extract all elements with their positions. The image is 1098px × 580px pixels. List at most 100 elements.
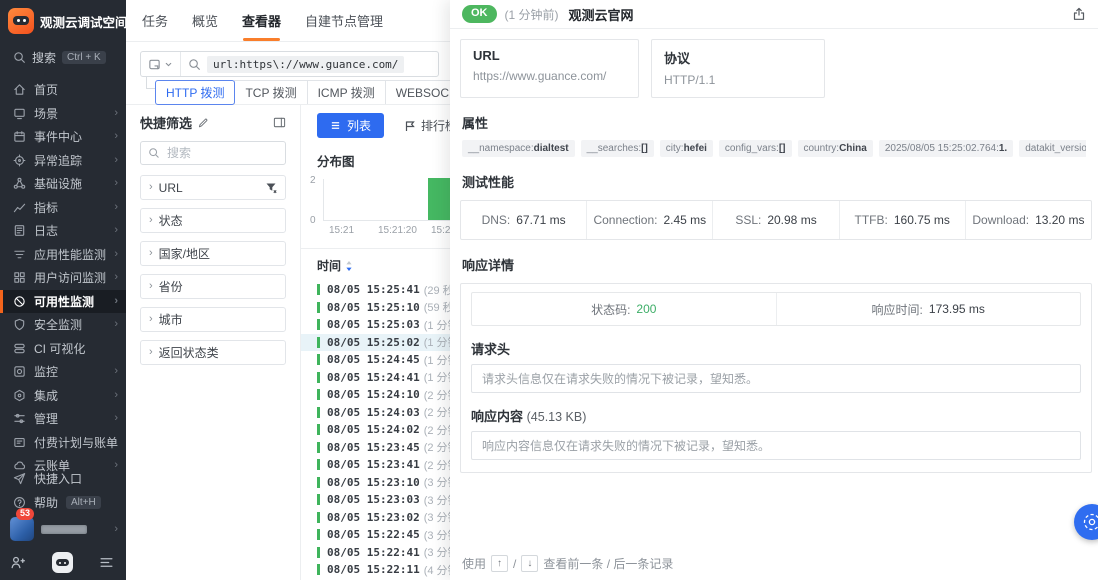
status-mark xyxy=(317,477,320,488)
nav-self-node-management[interactable]: 自建节点管理 xyxy=(305,0,383,41)
time-column-header[interactable]: 时间 xyxy=(317,257,341,274)
sidebar-item-event-center[interactable]: 事件中心› xyxy=(0,125,126,149)
url-card: URL https://www.guance.com/ xyxy=(460,39,639,98)
availability-icon xyxy=(12,294,26,308)
attribute-tag[interactable]: __searches:[] xyxy=(581,140,654,157)
attribute-tag[interactable]: city:hefei xyxy=(660,140,713,157)
status-mark xyxy=(317,494,320,505)
sidebar-item-infrastructure[interactable]: 基础设施› xyxy=(0,172,126,196)
status-mark xyxy=(317,354,320,365)
quick-entry[interactable]: 快捷入口 xyxy=(0,467,126,491)
tab-icmp[interactable]: ICMP 拨测 xyxy=(307,80,386,105)
sidebar-item-apm[interactable]: 应用性能监测› xyxy=(0,243,126,267)
filter-url[interactable]: ›URL xyxy=(140,175,286,200)
sidebar-item-error-tracking[interactable]: 异常追踪› xyxy=(0,149,126,173)
calendar-icon xyxy=(12,130,26,144)
sidebar-menu: 首页 场景› 事件中心› 异常追踪› 基础设施› 指标› 日志› 应用性能监测›… xyxy=(0,78,126,478)
chevron-right-icon: › xyxy=(114,366,118,377)
attribute-tag[interactable]: __namespace:dialtest xyxy=(462,140,575,157)
flag-icon xyxy=(404,120,416,132)
response-body-title: 响应内容 (45.13 KB) xyxy=(471,406,1081,425)
x-tick: 15:21 xyxy=(329,225,354,236)
performance-title: 测试性能 xyxy=(462,172,1086,191)
metric-connection: Connection:2.45 ms xyxy=(586,201,712,239)
sidebar-item-monitors[interactable]: 监控› xyxy=(0,360,126,384)
nav-tasks[interactable]: 任务 xyxy=(142,0,168,41)
sidebar-item-scenes[interactable]: 场景› xyxy=(0,102,126,126)
saved-views-dropdown[interactable] xyxy=(141,52,181,76)
status-mark xyxy=(317,372,320,383)
sidebar-item-rum[interactable]: 用户访问监测› xyxy=(0,266,126,290)
row-timestamp: 08/05 15:23:45 xyxy=(327,441,420,454)
bill-icon xyxy=(12,435,26,449)
user-account[interactable]: 53 › xyxy=(0,514,126,544)
search-query-token[interactable]: url:https\://www.guance.com/ xyxy=(207,56,404,73)
chevron-right-icon: › xyxy=(114,296,118,307)
sidebar-item-integrations[interactable]: 集成› xyxy=(0,384,126,408)
filter-city[interactable]: ›城市 xyxy=(140,307,286,332)
protocol-card-value: HTTP/1.1 xyxy=(664,73,812,87)
chevron-right-icon: › xyxy=(114,249,118,260)
collapse-panel-icon[interactable] xyxy=(273,116,286,129)
funnel-clear-icon[interactable] xyxy=(265,182,277,194)
workspace-logo[interactable]: 观测云调试空间 xyxy=(0,0,126,41)
response-detail-title: 响应详情 xyxy=(462,255,1086,274)
sliders-icon xyxy=(12,412,26,426)
performance-metrics: DNS:67.71 ms Connection:2.45 ms SSL:20.9… xyxy=(460,200,1092,240)
view-list-button[interactable]: 列表 xyxy=(317,113,384,138)
sidebar-item-home[interactable]: 首页 xyxy=(0,78,126,102)
help-shortcut-badge: Alt+H xyxy=(66,496,101,509)
response-body-size: (45.13 KB) xyxy=(527,410,587,424)
search-icon xyxy=(12,50,26,64)
filter-province[interactable]: ›省份 xyxy=(140,274,286,299)
row-timestamp: 08/05 15:22:45 xyxy=(327,528,420,541)
tab-http[interactable]: HTTP 拨测 xyxy=(155,80,235,105)
sidebar-item-billing[interactable]: 付费计划与账单 xyxy=(0,431,126,455)
search-icon xyxy=(188,58,201,71)
attribute-tag[interactable]: datakit_version:1.73.0 xyxy=(1019,140,1086,157)
url-card-value: https://www.guance.com/ xyxy=(473,69,626,83)
edit-pencil-icon[interactable] xyxy=(197,117,209,129)
sidebar-item-security[interactable]: 安全监测› xyxy=(0,313,126,337)
sidebar-item-logs[interactable]: 日志› xyxy=(0,219,126,243)
server-stack-icon xyxy=(12,341,26,355)
query-search-bar[interactable]: url:https\://www.guance.com/ xyxy=(140,51,439,77)
collapse-menu-icon[interactable] xyxy=(99,555,114,570)
y-tick: 2 xyxy=(310,175,316,186)
sidebar-item-management[interactable]: 管理› xyxy=(0,407,126,431)
tab-tcp[interactable]: TCP 拨测 xyxy=(234,80,307,105)
paper-plane-icon xyxy=(12,472,26,486)
status-mark xyxy=(317,424,320,435)
nav-explorer[interactable]: 查看器 xyxy=(242,0,281,41)
sidebar-item-metrics[interactable]: 指标› xyxy=(0,196,126,220)
attributes-title: 属性 xyxy=(462,113,1086,132)
username-redacted xyxy=(41,525,87,534)
sidebar-item-availability[interactable]: 可用性监测› xyxy=(0,290,126,314)
filter-status[interactable]: ›状态 xyxy=(140,208,286,233)
sidebar-search[interactable]: 搜索 Ctrl + K xyxy=(0,41,126,73)
attribute-tag[interactable]: country:China xyxy=(798,140,873,157)
sort-icon[interactable] xyxy=(345,260,353,272)
chevron-right-icon: › xyxy=(149,281,153,292)
request-headers-placeholder: 请求头信息仅在请求失败的情况下被记录，望知悉。 xyxy=(471,364,1081,393)
arrow-down-key: ↓ xyxy=(521,555,538,572)
export-icon[interactable] xyxy=(1072,7,1086,21)
assistant-mascot-icon[interactable] xyxy=(52,552,73,573)
filter-search-input[interactable] xyxy=(165,145,269,161)
chevron-right-icon: › xyxy=(114,178,118,189)
filter-search-box[interactable] xyxy=(140,141,286,165)
nav-overview[interactable]: 概览 xyxy=(192,0,218,41)
invite-user-icon[interactable] xyxy=(10,555,25,570)
filter-return-status[interactable]: ›返回状态类 xyxy=(140,340,286,365)
attribute-tag[interactable]: 2025/08/05 15:25:02.764:1. xyxy=(879,140,1013,157)
status-mark xyxy=(317,319,320,330)
detail-panel: OK (1 分钟前) 观测云官网 URL https://www.guance.… xyxy=(450,0,1098,580)
chevron-down-icon xyxy=(164,60,173,69)
attribute-tag[interactable]: config_vars:[] xyxy=(719,140,792,157)
sidebar-item-ci[interactable]: CI 可视化 xyxy=(0,337,126,361)
status-mark xyxy=(317,302,320,313)
search-shortcut-badge: Ctrl + K xyxy=(62,51,106,64)
settings-fab[interactable] xyxy=(1074,504,1098,540)
status-code-value: 200 xyxy=(636,302,656,316)
filter-country[interactable]: ›国家/地区 xyxy=(140,241,286,266)
